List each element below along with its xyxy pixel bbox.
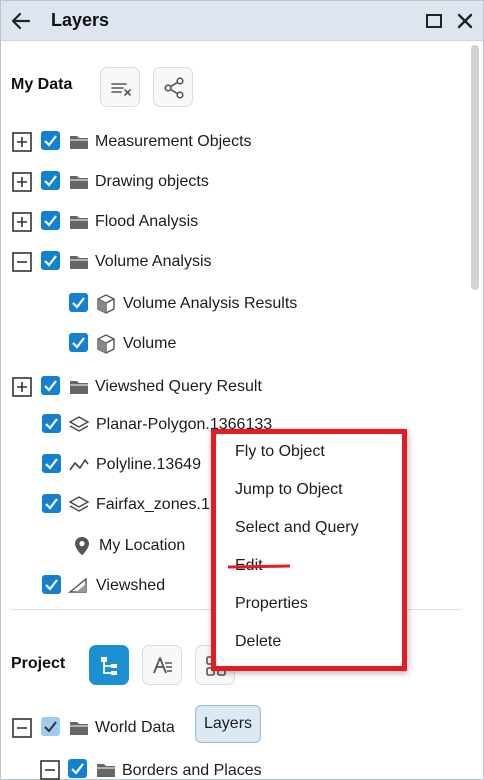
layers-panel: Layers My Data Measurement Objects Drawi… [0, 0, 484, 780]
expand-plus-icon[interactable] [12, 172, 32, 192]
text-style-icon [153, 657, 172, 674]
layer-label: Volume [123, 335, 177, 352]
context-menu: Fly to Object Jump to Object Select and … [211, 429, 407, 671]
project-title: Project [11, 655, 66, 672]
text-style-button[interactable] [142, 645, 182, 685]
tooltip: Layers [195, 705, 262, 743]
location-pin-icon [75, 537, 89, 556]
panel-title: Layers [51, 10, 110, 30]
scrollbar-thumb[interactable] [471, 45, 479, 290]
layer-checkbox[interactable] [41, 171, 60, 190]
share-button[interactable] [153, 67, 193, 107]
layers-icon [68, 496, 90, 512]
layers-icon [68, 416, 90, 432]
scrollbar[interactable] [470, 45, 480, 780]
layer-checkbox[interactable] [69, 293, 88, 312]
folder-icon [70, 216, 88, 229]
layer-checkbox[interactable] [41, 376, 60, 395]
folder-icon [70, 136, 88, 149]
menu-item-fly-to-object[interactable]: Fly to Object [235, 443, 325, 461]
menu-item-properties[interactable]: Properties [235, 595, 308, 613]
clear-list-button[interactable] [100, 67, 140, 107]
clear-list-icon [111, 83, 131, 96]
maximize-icon[interactable] [425, 12, 443, 30]
tree-row[interactable]: Drawing objects [1, 167, 461, 197]
polyline-icon [69, 459, 89, 471]
layer-label: My Location [99, 537, 186, 554]
layer-label: Measurement Objects [95, 133, 252, 150]
layer-checkbox[interactable] [41, 251, 60, 270]
menu-item-delete[interactable]: Delete [235, 633, 281, 651]
expand-plus-icon[interactable] [12, 377, 32, 397]
tree-view-button[interactable] [89, 645, 129, 685]
tree-row[interactable]: Borders and Places [1, 755, 461, 780]
layer-label: Borders and Places [122, 762, 262, 779]
layer-label: World Data [95, 719, 175, 736]
folder-icon [70, 176, 88, 189]
panel-header: Layers [1, 1, 483, 41]
layer-label: Volume Analysis Results [123, 295, 298, 312]
layer-checkbox[interactable] [41, 717, 60, 736]
collapse-minus-icon[interactable] [12, 252, 32, 272]
layer-checkbox[interactable] [42, 494, 61, 513]
expand-plus-icon[interactable] [12, 212, 32, 232]
layer-checkbox[interactable] [42, 575, 61, 594]
layer-checkbox[interactable] [41, 211, 60, 230]
tree-row[interactable]: Volume [1, 329, 461, 359]
expand-plus-icon[interactable] [12, 132, 32, 152]
layer-checkbox[interactable] [42, 454, 61, 473]
share-icon [164, 77, 184, 99]
cube-icon [97, 294, 115, 314]
viewshed-icon [68, 577, 87, 593]
tree-row[interactable]: Volume Analysis [1, 247, 461, 277]
layer-label: Viewshed Query Result [95, 378, 262, 395]
tree-row[interactable]: Measurement Objects [1, 127, 461, 157]
tree-row[interactable]: Flood Analysis [1, 207, 461, 237]
layer-checkbox[interactable] [68, 759, 87, 778]
menu-item-jump-to-object[interactable]: Jump to Object [235, 481, 343, 499]
collapse-minus-icon[interactable] [40, 760, 60, 780]
cube-icon [97, 334, 115, 354]
collapse-minus-icon[interactable] [12, 718, 32, 738]
layer-checkbox[interactable] [42, 414, 61, 433]
tree-view-icon [101, 657, 117, 675]
layer-label: Volume Analysis [95, 253, 212, 270]
folder-icon [70, 256, 88, 269]
tree-row[interactable]: Volume Analysis Results [1, 289, 461, 319]
layer-label: Flood Analysis [95, 213, 199, 230]
arrow-left-icon[interactable] [9, 10, 33, 32]
close-icon[interactable] [456, 12, 474, 30]
menu-item-select-and-query[interactable]: Select and Query [235, 519, 359, 537]
folder-icon [70, 381, 88, 394]
layer-label: Viewshed [96, 577, 166, 594]
folder-icon [97, 764, 115, 777]
layer-checkbox[interactable] [41, 131, 60, 150]
tree-row[interactable]: Viewshed Query Result [1, 372, 461, 402]
layer-checkbox[interactable] [69, 333, 88, 352]
my-data-title: My Data [11, 76, 73, 93]
folder-icon [70, 722, 88, 735]
layer-label: Drawing objects [95, 173, 209, 190]
